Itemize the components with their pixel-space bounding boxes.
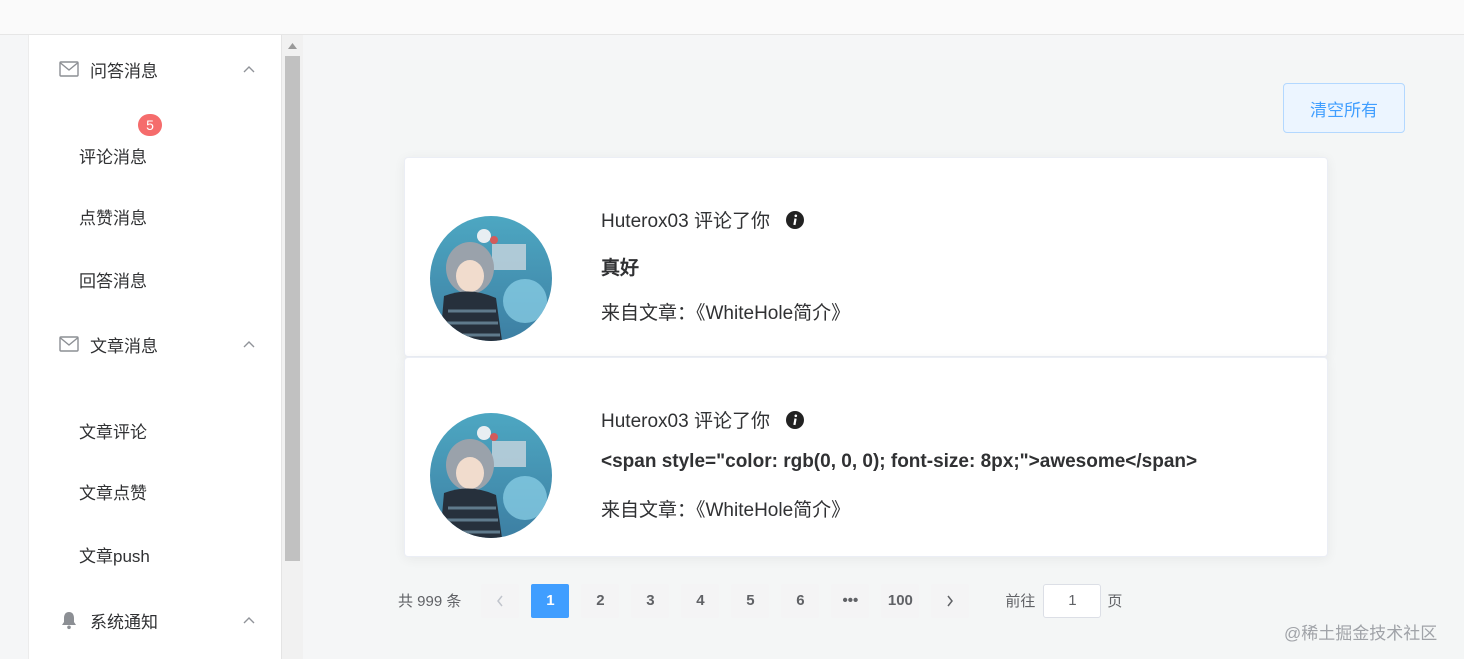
page-jumper: 前往 1 页: [1005, 583, 1123, 618]
page-button[interactable]: 5: [731, 583, 770, 618]
sidebar-item-label: 点赞消息: [79, 208, 147, 228]
message-header-text: Huterox03 评论了你: [601, 211, 770, 232]
bell-icon: [59, 610, 79, 630]
chevron-up-icon: [242, 615, 256, 625]
clear-all-button[interactable]: 清空所有: [1283, 83, 1405, 133]
sidebar-item-label: 文章评论: [79, 422, 147, 442]
goto-label: 前往: [1005, 593, 1036, 610]
menu-group-article[interactable]: 文章消息: [29, 316, 282, 372]
message-source[interactable]: 来自文章：《WhiteHole简介》: [601, 495, 850, 522]
page-button[interactable]: 4: [681, 583, 720, 618]
message-header-text: Huterox03 评论了你: [601, 411, 770, 432]
more-pages-button[interactable]: •••: [831, 583, 870, 618]
page-button[interactable]: 1: [531, 583, 570, 618]
sidebar-item-article-likes[interactable]: 文章点赞: [29, 466, 282, 516]
message-card: Huterox03 评论了你 真好 来自文章：《WhiteHole简介》: [404, 157, 1328, 357]
message-header: Huterox03 评论了你: [601, 406, 804, 433]
page-button[interactable]: 2: [581, 583, 620, 618]
sidebar-item-article-push[interactable]: 文章push: [29, 529, 282, 579]
avatar[interactable]: [430, 413, 552, 538]
sidebar-item-article-comments[interactable]: 文章评论: [29, 405, 282, 455]
sidebar-item-label: 文章push: [79, 546, 150, 566]
sidebar-item-label: 回答消息: [79, 271, 147, 291]
page-button[interactable]: 6: [781, 583, 820, 618]
next-page-button[interactable]: [931, 583, 970, 618]
info-icon[interactable]: [785, 410, 804, 429]
mail-icon: [59, 336, 79, 352]
menu-group-system[interactable]: 系统通知: [29, 592, 282, 648]
sidebar-item-answer-messages[interactable]: 回答消息: [29, 254, 282, 304]
message-source[interactable]: 来自文章：《WhiteHole简介》: [601, 298, 850, 325]
menu-group-label: 文章消息: [90, 336, 158, 356]
message-card: Huterox03 评论了你 <span style="color: rgb(0…: [404, 357, 1328, 557]
page-suffix: 页: [1107, 593, 1123, 610]
chevron-up-icon: [242, 339, 256, 349]
scrollbar-thumb[interactable]: [285, 56, 300, 561]
page-button[interactable]: 3: [631, 583, 670, 618]
scroll-up-arrow-icon[interactable]: [282, 39, 303, 53]
goto-page-input[interactable]: 1: [1043, 583, 1102, 618]
message-content: <span style="color: rgb(0, 0, 0); font-s…: [601, 451, 1198, 472]
chevron-up-icon: [242, 64, 256, 74]
total-count: 共 999 条: [398, 593, 462, 610]
sidebar-item-label: 评论消息: [79, 147, 147, 167]
menu-group-label: 问答消息: [90, 61, 158, 81]
sidebar-scrollbar[interactable]: [281, 35, 303, 659]
message-header: Huterox03 评论了你: [601, 206, 804, 233]
sidebar-menu: 问答消息 5 评论消息 点赞消息 回答消息 文章消息 文章评论 文章点赞 文章p…: [28, 35, 281, 659]
top-bar: [0, 0, 1464, 35]
sidebar-item-comment-messages[interactable]: 评论消息: [29, 130, 282, 180]
menu-group-qa[interactable]: 问答消息: [29, 41, 282, 97]
watermark: @稀土掘金技术社区: [1284, 624, 1438, 643]
pagination: 共 999 条 1 2 3 4 5 6 ••• 100 前往 1 页: [398, 583, 1122, 618]
avatar[interactable]: [430, 216, 552, 341]
prev-page-button[interactable]: [481, 583, 520, 618]
message-content: 真好: [601, 258, 640, 279]
info-icon[interactable]: [785, 210, 804, 229]
sidebar-item-like-messages[interactable]: 点赞消息: [29, 191, 282, 241]
page-button[interactable]: 100: [881, 583, 920, 618]
menu-group-label: 系统通知: [90, 612, 158, 632]
sidebar-item-label: 文章点赞: [79, 483, 147, 503]
mail-icon: [59, 61, 79, 77]
